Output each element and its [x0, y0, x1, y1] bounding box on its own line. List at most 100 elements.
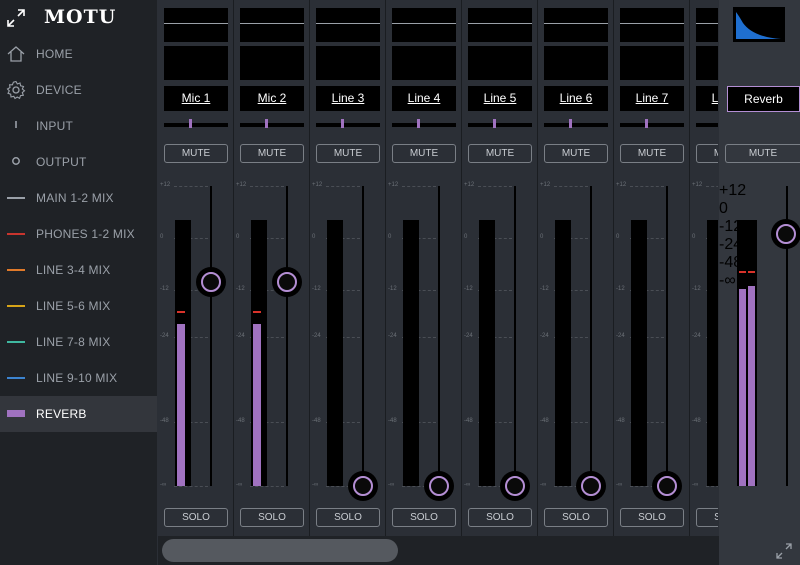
- fader-track[interactable]: [210, 186, 212, 486]
- solo-button[interactable]: SOLO: [696, 508, 718, 527]
- channel-name-label[interactable]: Line 3: [316, 86, 380, 111]
- fader-knob[interactable]: [652, 471, 682, 501]
- mute-button[interactable]: MUTE: [620, 144, 684, 163]
- send-display[interactable]: [544, 8, 608, 42]
- sidebar-item-label: LINE 9-10 MIX: [36, 371, 118, 385]
- pan-slider-track[interactable]: [696, 123, 718, 127]
- sidebar-item-reverb[interactable]: REVERB: [0, 396, 157, 432]
- fader-knob[interactable]: [500, 471, 530, 501]
- eq-display[interactable]: [316, 46, 380, 80]
- mute-button[interactable]: MUTE: [240, 144, 304, 163]
- channel-name-label[interactable]: Line 7: [620, 86, 684, 111]
- expand-icon[interactable]: [775, 542, 793, 560]
- mute-button[interactable]: MUTE: [544, 144, 608, 163]
- send-display[interactable]: [240, 8, 304, 42]
- db-tick-label: -48: [464, 418, 473, 424]
- db-scale: +12 0 -12 -24 -48 -∞: [538, 182, 614, 488]
- db-grid-line: [174, 186, 208, 187]
- send-display[interactable]: [620, 8, 684, 42]
- pan-indicator[interactable]: [569, 119, 572, 128]
- sidebar-item-line-7-8-mix[interactable]: LINE 7-8 MIX: [0, 324, 157, 360]
- sidebar-item-line-3-4-mix[interactable]: LINE 3-4 MIX: [0, 252, 157, 288]
- sidebar-item-input[interactable]: INPUT: [0, 108, 157, 144]
- solo-button[interactable]: SOLO: [240, 508, 304, 527]
- eq-display[interactable]: [620, 46, 684, 80]
- reverb-decay-graph[interactable]: [733, 7, 785, 42]
- send-display[interactable]: [392, 8, 456, 42]
- eq-display[interactable]: [696, 46, 718, 80]
- fader-track[interactable]: [590, 186, 592, 486]
- sidebar-item-line-9-10-mix[interactable]: LINE 9-10 MIX: [0, 360, 157, 396]
- send-display[interactable]: [164, 8, 228, 42]
- scrollbar-thumb[interactable]: [162, 539, 398, 562]
- send-display[interactable]: [696, 8, 718, 42]
- pan-slider-track[interactable]: [240, 123, 304, 127]
- eq-display[interactable]: [392, 46, 456, 80]
- pan-indicator[interactable]: [645, 119, 648, 128]
- sidebar-item-line-5-6-mix[interactable]: LINE 5-6 MIX: [0, 288, 157, 324]
- mute-button[interactable]: MUTE: [468, 144, 532, 163]
- pan-indicator[interactable]: [493, 119, 496, 128]
- mute-button[interactable]: MUTE: [164, 144, 228, 163]
- pan-indicator[interactable]: [417, 119, 420, 128]
- sidebar-item-output[interactable]: OUTPUT: [0, 144, 157, 180]
- fader-track[interactable]: [286, 186, 288, 486]
- sidebar-item-label: HOME: [36, 47, 73, 61]
- horizontal-scrollbar[interactable]: [158, 536, 719, 565]
- fader-knob[interactable]: [196, 267, 226, 297]
- db-tick-label: -∞: [719, 272, 736, 289]
- fader-track[interactable]: [514, 186, 516, 486]
- sidebar-item-main-1-2-mix[interactable]: MAIN 1-2 MIX: [0, 180, 157, 216]
- channel-name-label[interactable]: Line 5: [468, 86, 532, 111]
- pan-indicator[interactable]: [189, 119, 192, 128]
- sidebar-item-device[interactable]: DEVICE: [0, 72, 157, 108]
- eq-display[interactable]: [240, 46, 304, 80]
- pan-indicator[interactable]: [265, 119, 268, 128]
- solo-button[interactable]: SOLO: [316, 508, 380, 527]
- fader-track[interactable]: [666, 186, 668, 486]
- reverb-mute-button[interactable]: MUTE: [725, 144, 800, 163]
- solo-button[interactable]: SOLO: [620, 508, 684, 527]
- eq-display[interactable]: [164, 46, 228, 80]
- mix-color-swatch: [7, 341, 25, 343]
- channel-name-label[interactable]: Mic 1: [164, 86, 228, 111]
- mix-color-swatch: [7, 305, 25, 307]
- channel-name-label[interactable]: Mic 2: [240, 86, 304, 111]
- solo-button[interactable]: SOLO: [468, 508, 532, 527]
- fader-knob[interactable]: [576, 471, 606, 501]
- fader-knob[interactable]: [348, 471, 378, 501]
- reverb-fader-knob[interactable]: [771, 219, 800, 249]
- pan-slider-track[interactable]: [392, 123, 456, 127]
- eq-display[interactable]: [468, 46, 532, 80]
- send-display[interactable]: [316, 8, 380, 42]
- collapse-icon[interactable]: [6, 8, 26, 28]
- mute-button[interactable]: MUTE: [392, 144, 456, 163]
- pan-slider-track[interactable]: [620, 123, 684, 127]
- mute-button[interactable]: MUTE: [316, 144, 380, 163]
- fader-knob[interactable]: [424, 471, 454, 501]
- sidebar-item-phones-1-2-mix[interactable]: PHONES 1-2 MIX: [0, 216, 157, 252]
- pan-slider-track[interactable]: [544, 123, 608, 127]
- solo-button[interactable]: SOLO: [544, 508, 608, 527]
- fader-knob[interactable]: [272, 267, 302, 297]
- solo-button[interactable]: SOLO: [392, 508, 456, 527]
- solo-button[interactable]: SOLO: [164, 508, 228, 527]
- channel-name-label[interactable]: Line 8: [696, 86, 718, 111]
- db-scale: +12 0 -12 -24 -48 -∞: [462, 182, 538, 488]
- sidebar-item-home[interactable]: HOME: [0, 36, 157, 72]
- reverb-name-label[interactable]: Reverb: [727, 86, 800, 112]
- fader-track[interactable]: [438, 186, 440, 486]
- db-tick-label: 0: [160, 234, 164, 240]
- mute-button[interactable]: MUTE: [696, 144, 718, 163]
- pan-slider-track[interactable]: [316, 123, 380, 127]
- pan-slider-track[interactable]: [164, 123, 228, 127]
- channel-name-label[interactable]: Line 4: [392, 86, 456, 111]
- fader-track[interactable]: [362, 186, 364, 486]
- pan-indicator[interactable]: [341, 119, 344, 128]
- pan-slider-track[interactable]: [468, 123, 532, 127]
- channel-name-label[interactable]: Line 6: [544, 86, 608, 111]
- level-meter: [175, 220, 191, 486]
- send-display[interactable]: [468, 8, 532, 42]
- eq-display[interactable]: [544, 46, 608, 80]
- peak-hold-indicator: [253, 311, 261, 313]
